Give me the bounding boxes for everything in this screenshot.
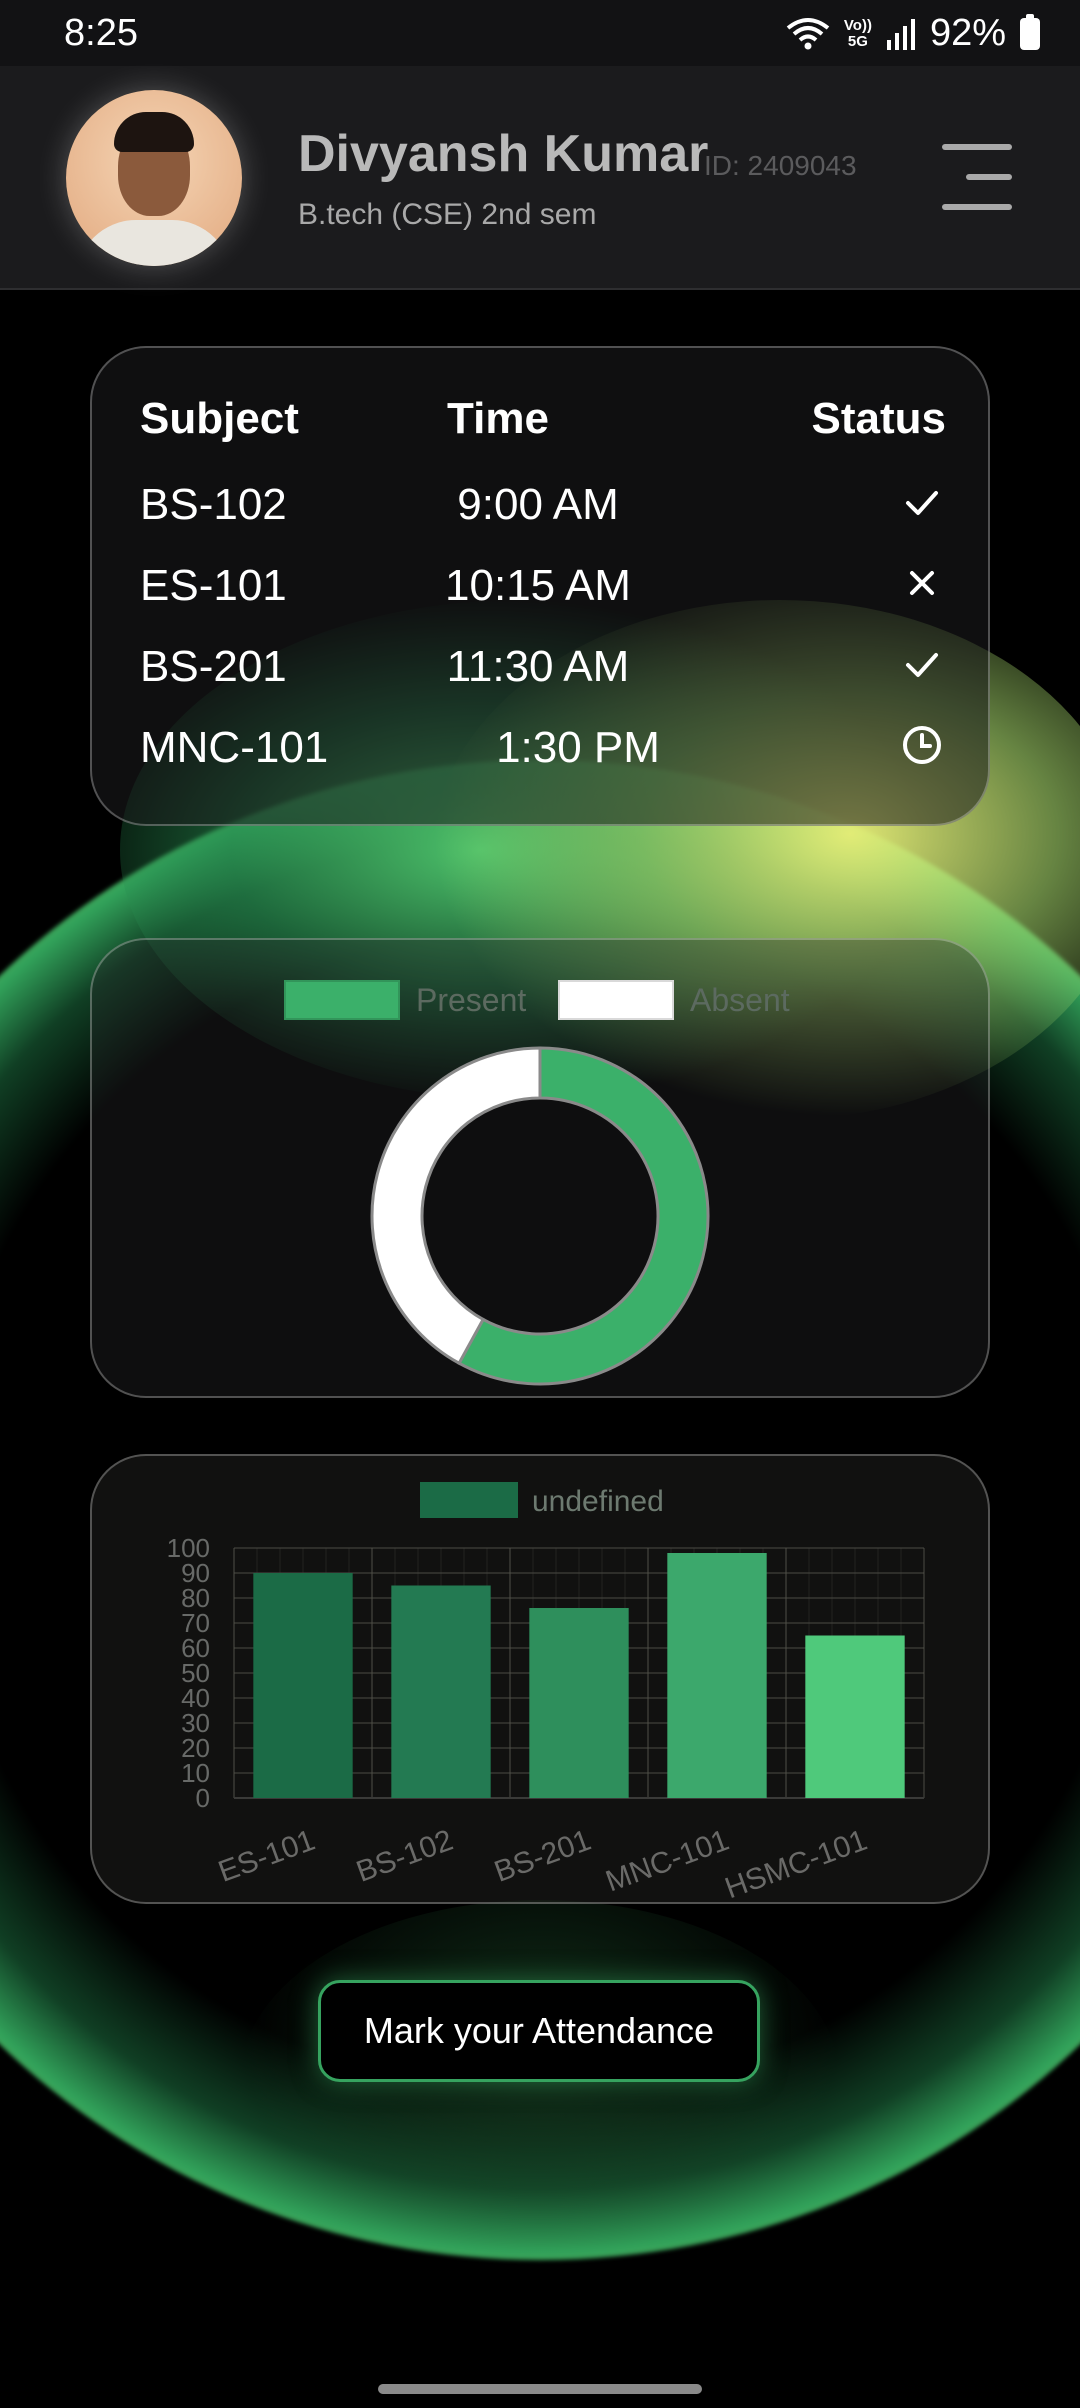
- row-subject: BS-201: [140, 642, 287, 691]
- user-id: ID: 2409043: [704, 150, 857, 181]
- wifi-icon: [786, 16, 830, 52]
- network-5g-label: 5G: [847, 32, 868, 50]
- doughnut-slice-absent[interactable]: [370, 1046, 542, 1366]
- volte-label: Vo)): [843, 16, 872, 34]
- row-time: 1:30 PM: [496, 723, 660, 772]
- attendance-doughnut-card: Present Absent: [90, 938, 990, 1398]
- row-subject: ES-101: [140, 561, 287, 610]
- row-subject: MNC-101: [140, 723, 329, 772]
- time-header: Time: [447, 394, 549, 443]
- status-header: Status: [811, 394, 946, 443]
- home-indicator[interactable]: [378, 2384, 702, 2394]
- y-tick-label: 100: [167, 1533, 210, 1563]
- check-icon: [882, 642, 962, 697]
- schedule-header-row: Subject Time Status: [92, 394, 992, 454]
- mark-attendance-button[interactable]: Mark your Attendance: [318, 1980, 760, 2082]
- battery-percent: 92%: [929, 12, 1006, 54]
- legend-label-series: undefined: [532, 1485, 664, 1518]
- avatar-shirt: [76, 220, 232, 266]
- legend-swatch-absent: [558, 980, 674, 1020]
- x-tick-label: BS-102: [352, 1824, 457, 1889]
- signal-icon: [886, 18, 916, 50]
- legend-swatch-series: [420, 1482, 518, 1518]
- volte-5g-icon: Vo)) 5G: [843, 16, 872, 50]
- schedule-row[interactable]: BS-102 9:00 AM: [92, 480, 992, 540]
- schedule-row[interactable]: BS-201 11:30 AM: [92, 642, 992, 702]
- battery-icon: [1020, 13, 1040, 50]
- bar-bs-201[interactable]: [529, 1608, 629, 1798]
- avatar-hair: [114, 112, 194, 152]
- profile-header: Divyansh Kumar ID: 2409043 B.tech (CSE) …: [0, 66, 1080, 290]
- subject-bar-chart-card: undefined 0 10 20 30 40 50 60 70 80 90 100 ES-101 B…: [90, 1454, 990, 1906]
- check-icon: [882, 480, 962, 535]
- legend-swatch-present: [284, 980, 400, 1020]
- bar-mnc-101[interactable]: [667, 1553, 767, 1798]
- clock-icon: [882, 723, 962, 778]
- subject-header: Subject: [140, 394, 299, 443]
- bar-es-101[interactable]: [253, 1573, 353, 1798]
- status-bar: 8:25 Vo)) 5G 92%: [0, 0, 1080, 66]
- legend-label-absent: Absent: [690, 982, 790, 1018]
- menu-line-3: [942, 204, 1012, 210]
- cross-icon: [882, 561, 962, 616]
- status-icons: Vo)) 5G 92%: [786, 12, 1040, 55]
- x-tick-label: ES-101: [214, 1824, 319, 1889]
- status-time: 8:25: [64, 12, 138, 54]
- menu-line-2: [966, 174, 1012, 180]
- x-tick-label: HSMC-101: [721, 1824, 872, 1906]
- menu-line-1: [942, 144, 1012, 150]
- attendance-screen: 8:25 Vo)) 5G 92% Divyansh Kumar ID: 2409…: [0, 0, 1080, 2408]
- row-time: 11:30 AM: [446, 642, 630, 691]
- bar-chart: undefined 0102030405060708090100 ES-101 B…: [167, 1482, 925, 1906]
- schedule-card: Subject Time Status BS-102 9:00 AM ES-10…: [90, 346, 990, 826]
- x-tick-label: BS-201: [490, 1824, 595, 1889]
- doughnut-chart: [370, 1046, 710, 1386]
- hamburger-menu-icon[interactable]: [942, 144, 1012, 210]
- row-subject: BS-102: [140, 480, 287, 529]
- bar-hsmc-101[interactable]: [805, 1635, 905, 1799]
- x-tick-label: MNC-101: [601, 1824, 733, 1899]
- row-time: 9:00 AM: [457, 480, 619, 529]
- avatar[interactable]: [66, 90, 242, 266]
- bar-bs-102[interactable]: [391, 1585, 491, 1799]
- schedule-row[interactable]: MNC-101 1:30 PM: [92, 723, 992, 783]
- schedule-row[interactable]: ES-101 10:15 AM: [92, 561, 992, 621]
- legend-label-present: Present: [416, 982, 527, 1018]
- row-time: 10:15 AM: [445, 561, 631, 610]
- user-course: B.tech (CSE) 2nd sem: [298, 198, 597, 231]
- user-name: Divyansh Kumar: [298, 125, 709, 183]
